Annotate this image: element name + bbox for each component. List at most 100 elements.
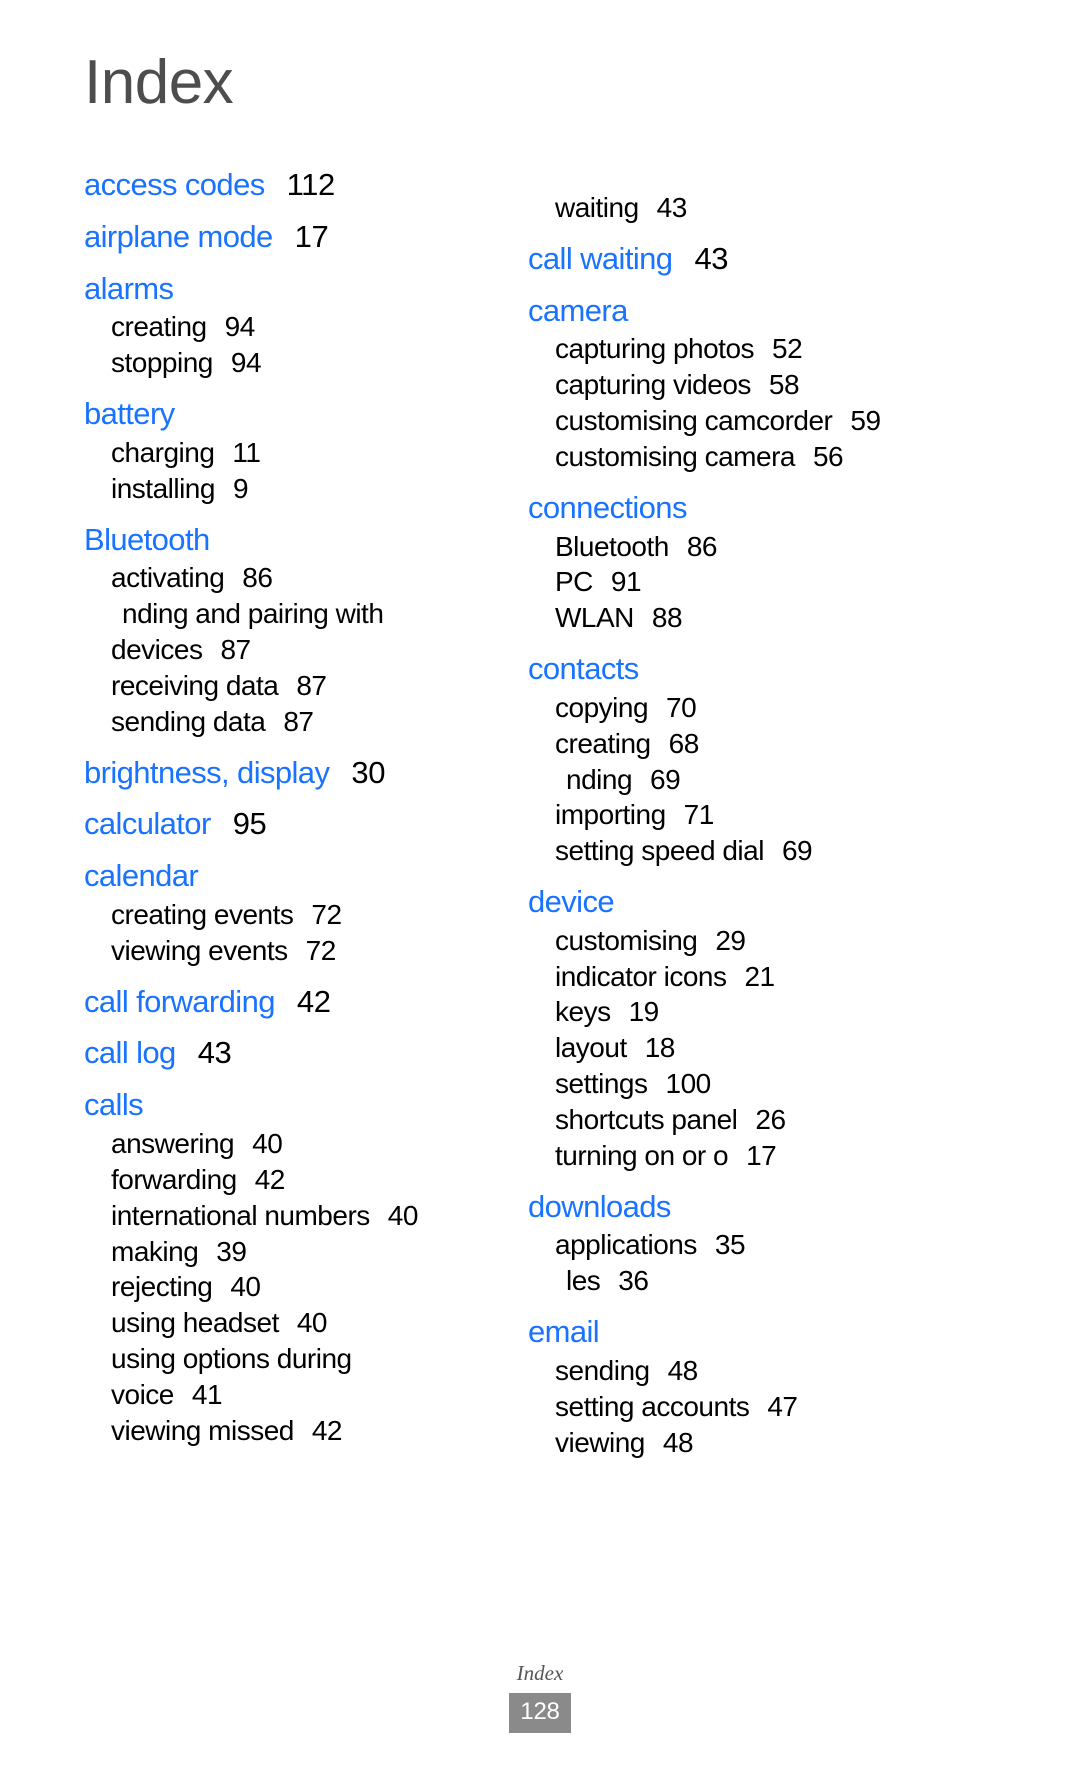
index-entry: waiting 43 [528, 190, 948, 226]
index-entry-heading[interactable]: call log 43 [84, 1034, 504, 1072]
index-subentry-list: waiting 43 [528, 190, 948, 226]
index-term: call waiting [528, 240, 673, 276]
index-subentry[interactable]: rejecting 40 [84, 1269, 504, 1305]
index-subentry[interactable]: customising 29 [528, 923, 948, 959]
index-entry: airplane mode 17 [84, 218, 504, 256]
index-subentry-page-number: 91 [610, 566, 642, 598]
index-term: contacts [528, 651, 639, 687]
index-subentry[interactable]: viewing missed 42 [84, 1413, 504, 1449]
index-entry-heading[interactable]: Bluetooth [84, 521, 504, 559]
index-subentry[interactable]: PC 91 [528, 564, 948, 600]
index-entry-heading[interactable]: calendar [84, 857, 504, 895]
index-entry: call log 43 [84, 1034, 504, 1072]
index-entry-heading[interactable]: calls [84, 1086, 504, 1124]
index-subentry-list: answering 40 forwarding 42 international num… [84, 1126, 504, 1448]
index-subentry[interactable]: settings 100 [528, 1066, 948, 1102]
index-subentry[interactable]: voice 41 [84, 1377, 504, 1413]
index-subentry[interactable]: waiting 43 [528, 190, 948, 226]
index-subentry-label: devices [111, 634, 203, 666]
index-subentry-label: viewing events [111, 934, 288, 966]
index-entry: battery charging 11 installing 9 [84, 395, 504, 506]
index-subentry[interactable]: sending data 87 [84, 704, 504, 740]
index-entry-heading[interactable]: connections [528, 489, 948, 527]
index-subentry[interactable]: devices 87 [84, 632, 504, 668]
index-subentry[interactable]: making 39 [84, 1234, 504, 1270]
index-page-number: 112 [286, 167, 336, 202]
index-entry: contacts copying 70 creating 68 nding 69 import… [528, 650, 948, 869]
index-subentry[interactable]: setting speed dial 69 [528, 833, 948, 869]
index-subentry[interactable]: using options during [84, 1341, 504, 1377]
index-subentry[interactable]: copying 70 [528, 690, 948, 726]
index-subentry[interactable]: importing 71 [528, 797, 948, 833]
index-subentry[interactable]: nding 69 [528, 762, 948, 798]
index-subentry-label: Bluetooth [555, 530, 669, 562]
index-subentry[interactable]: answering 40 [84, 1126, 504, 1162]
index-subentry-label: turning on or o [555, 1139, 729, 1171]
index-entry-heading[interactable]: access codes 112 [84, 166, 504, 204]
index-term: calculator [84, 806, 211, 842]
index-subentry[interactable]: receiving data 87 [84, 668, 504, 704]
index-subentry[interactable]: charging 11 [84, 435, 504, 471]
index-column-right: waiting 43 call waiting 43 camera capturing p… [528, 166, 948, 1460]
index-subentry[interactable]: Bluetooth 86 [528, 529, 948, 565]
index-entry-heading[interactable]: brightness, display 30 [84, 754, 504, 792]
index-subentry[interactable]: customising camera 56 [528, 439, 948, 475]
index-term: airplane mode [84, 218, 273, 254]
index-subentry[interactable]: installing 9 [84, 471, 504, 507]
index-page: Index access codes 112 airplane mode 17 alar… [0, 0, 1080, 1771]
index-subentry[interactable]: WLAN 88 [528, 600, 948, 636]
index-subentry-label: capturing videos [555, 369, 751, 401]
index-subentry[interactable]: nding and pairing with [84, 596, 504, 632]
index-entry-heading[interactable]: calculator 95 [84, 805, 504, 843]
index-subentry-page-number: 35 [714, 1229, 746, 1261]
index-subentry[interactable]: viewing events 72 [84, 933, 504, 969]
index-term: call forwarding [84, 983, 275, 1019]
index-entry-heading[interactable]: email [528, 1313, 948, 1351]
index-subentry-label: shortcuts panel [555, 1103, 738, 1135]
index-entry-heading[interactable]: device [528, 883, 948, 921]
index-subentry[interactable]: creating 94 [84, 309, 504, 345]
index-subentry-label: capturing photos [555, 333, 755, 365]
index-entry-heading[interactable]: downloads [528, 1188, 948, 1226]
index-subentry-label: creating [555, 727, 651, 759]
index-subentry[interactable]: customising camcorder 59 [528, 403, 948, 439]
index-entry: connections Bluetooth 86 PC 91 WLAN 88 [528, 489, 948, 636]
index-subentry[interactable]: activating 86 [84, 560, 504, 596]
index-subentry-label: answering [111, 1128, 235, 1160]
index-subentry[interactable]: keys 19 [528, 994, 948, 1030]
index-subentry[interactable]: using headset 40 [84, 1305, 504, 1341]
index-subentry-page-number: 86 [686, 530, 718, 562]
footer-label: Index [516, 1661, 564, 1685]
index-subentry-label: copying [555, 691, 649, 723]
index-subentry[interactable]: stopping 94 [84, 345, 504, 381]
index-subentry[interactable]: turning on or o 17 [528, 1138, 948, 1174]
index-subentry[interactable]: capturing photos 52 [528, 331, 948, 367]
index-subentry[interactable]: setting accounts 47 [528, 1389, 948, 1425]
index-entry-heading[interactable]: airplane mode 17 [84, 218, 504, 256]
page-footer: Index 128 [0, 1661, 1080, 1733]
index-columns: access codes 112 airplane mode 17 alarms crea… [84, 166, 1010, 1460]
index-subentry[interactable]: indicator icons 21 [528, 959, 948, 995]
index-subentry-page-number: 100 [665, 1068, 712, 1100]
index-subentry[interactable]: shortcuts panel 26 [528, 1102, 948, 1138]
index-subentry[interactable]: international numbers 40 [84, 1198, 504, 1234]
index-subentry-list: activating 86 nding and pairing with device… [84, 560, 504, 739]
index-subentry[interactable]: les 36 [528, 1263, 948, 1299]
index-subentry[interactable]: creating 68 [528, 726, 948, 762]
index-term: camera [528, 292, 628, 328]
index-subentry[interactable]: viewing 48 [528, 1425, 948, 1461]
index-entry-heading[interactable]: camera [528, 292, 948, 330]
index-subentry[interactable]: applications 35 [528, 1227, 948, 1263]
index-subentry[interactable]: sending 48 [528, 1353, 948, 1389]
index-subentry-label: sending [555, 1354, 650, 1386]
index-entry-heading[interactable]: battery [84, 395, 504, 433]
index-entry-heading[interactable]: contacts [528, 650, 948, 688]
index-subentry[interactable]: forwarding 42 [84, 1162, 504, 1198]
index-subentry[interactable]: layout 18 [528, 1030, 948, 1066]
index-entry-heading[interactable]: call waiting 43 [528, 240, 948, 278]
index-subentry[interactable]: capturing videos 58 [528, 367, 948, 403]
index-subentry-page-number: 69 [781, 835, 813, 867]
index-entry-heading[interactable]: call forwarding 42 [84, 983, 504, 1021]
index-subentry[interactable]: creating events 72 [84, 897, 504, 933]
index-entry-heading[interactable]: alarms [84, 270, 504, 308]
